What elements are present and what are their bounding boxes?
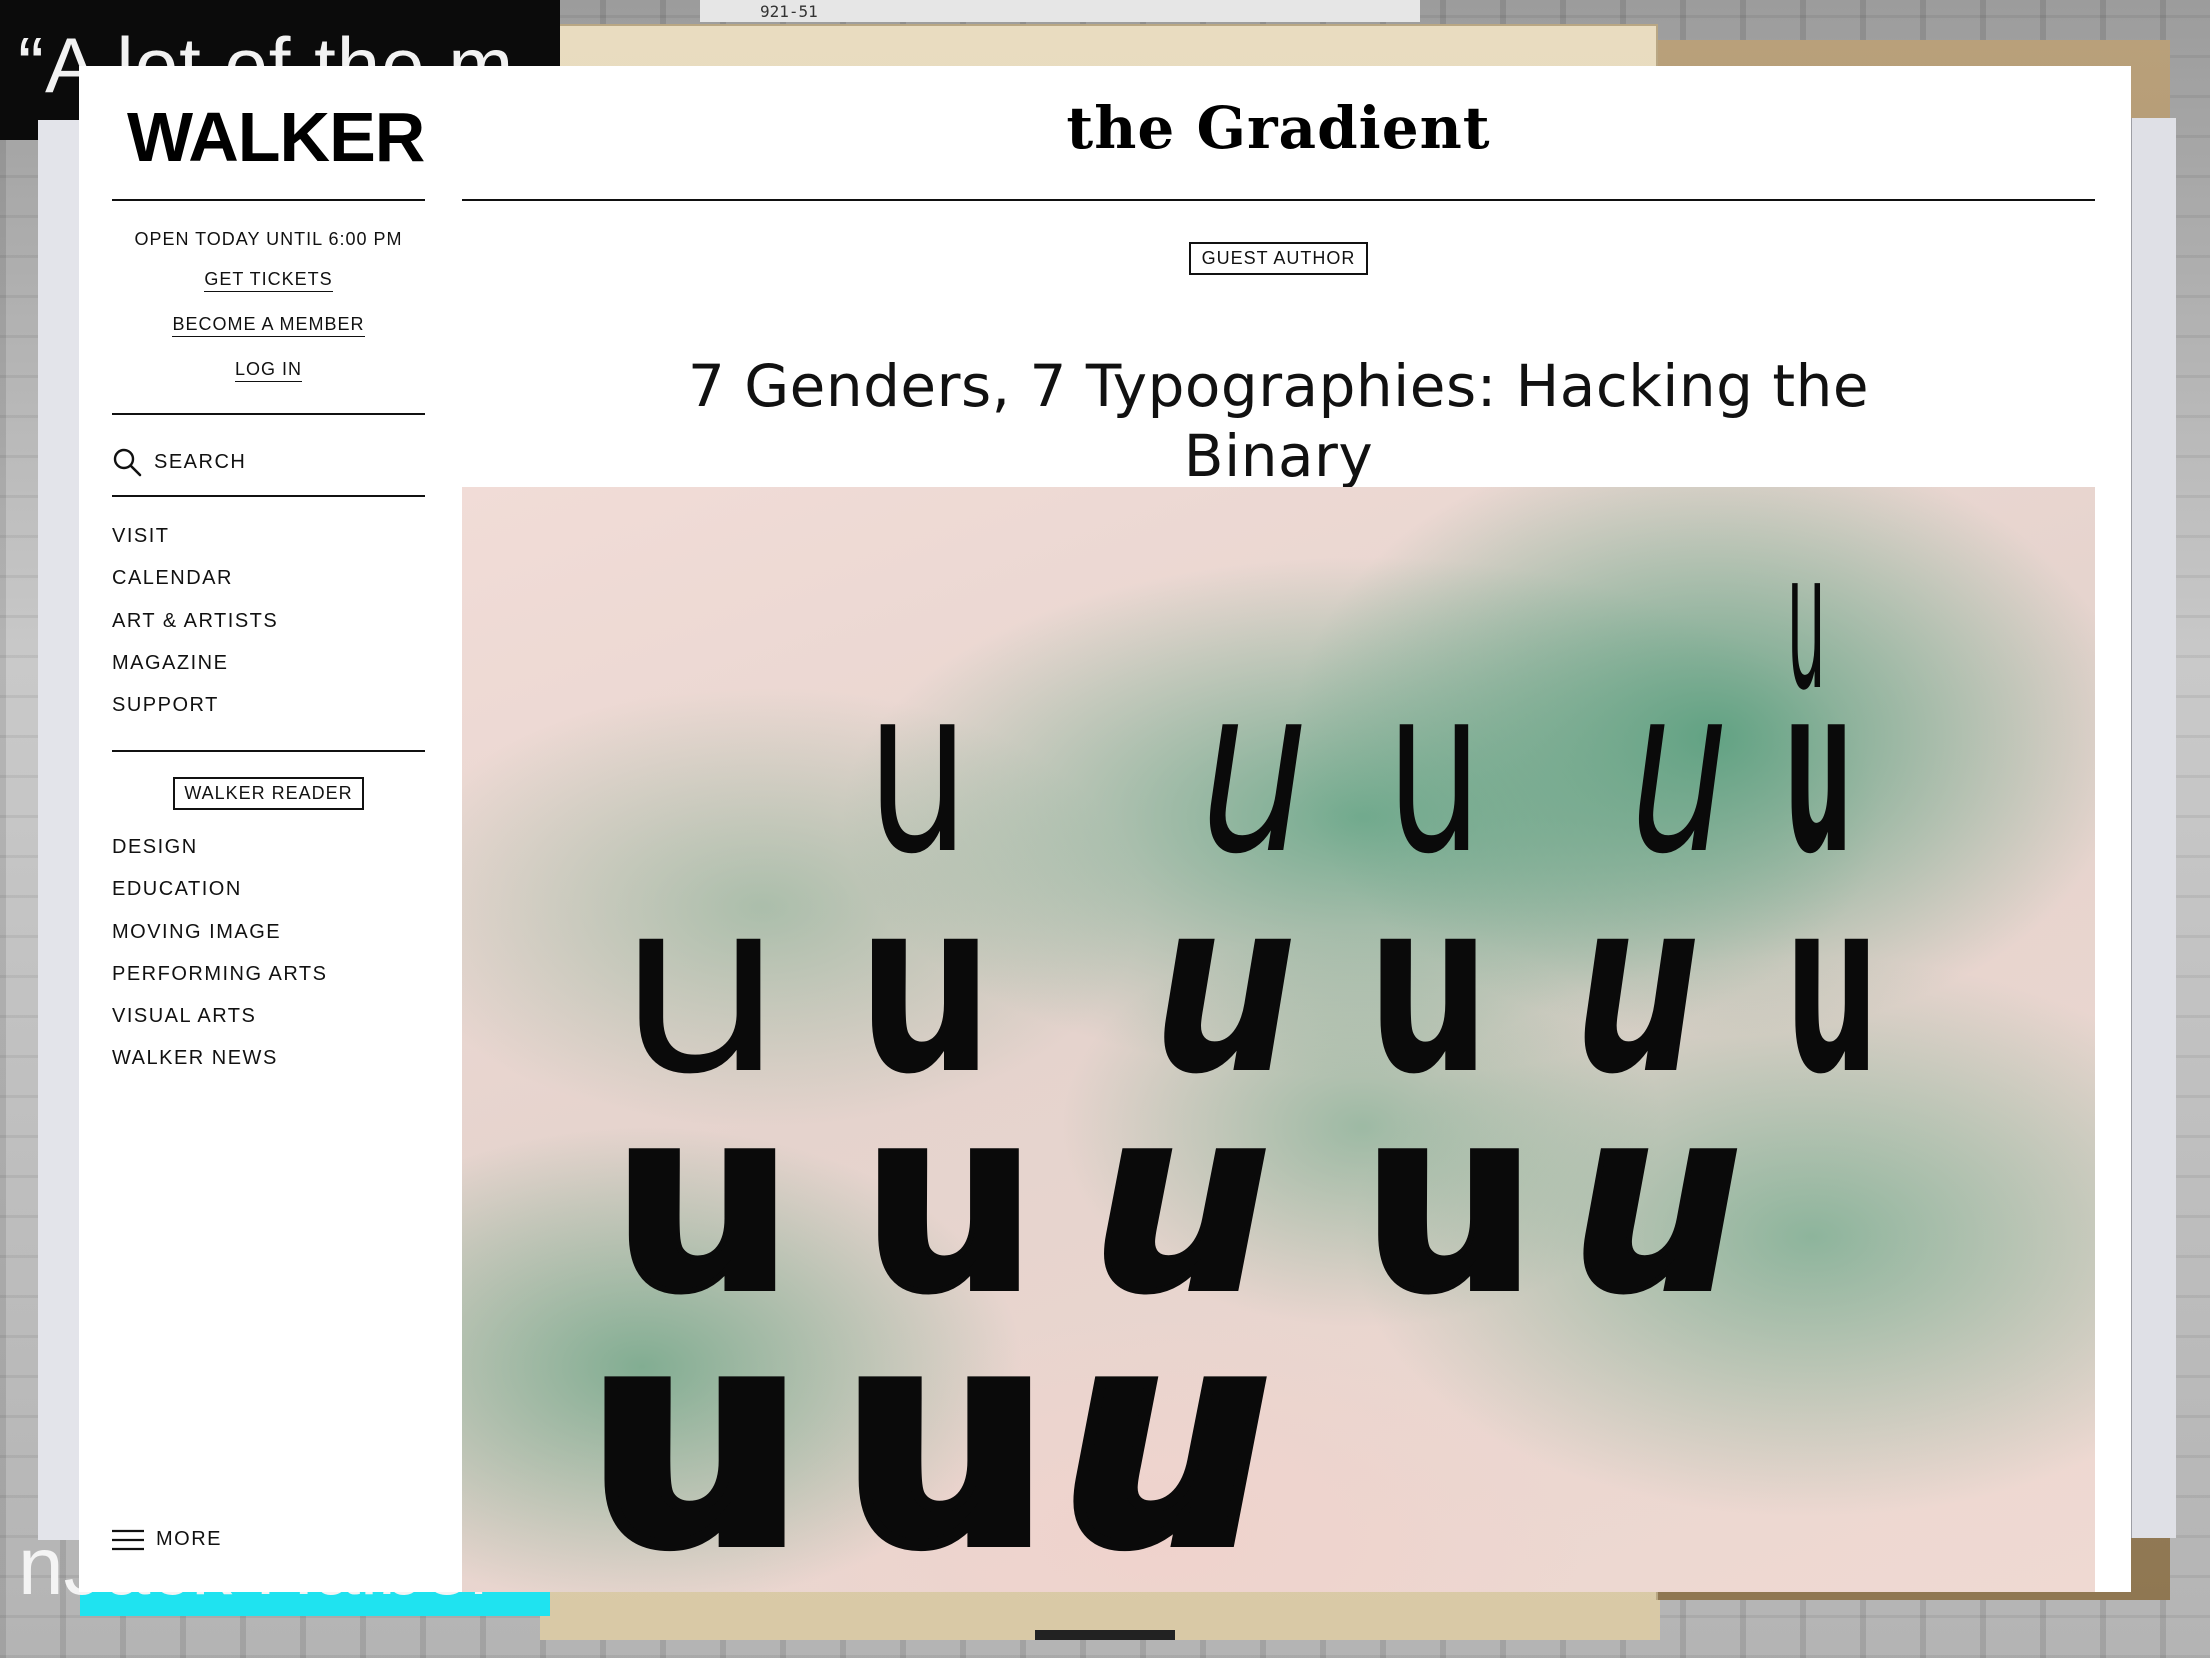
page-card: WALKER OPEN TODAY UNTIL 6:00 PM GET TICK… xyxy=(79,66,2131,1592)
hero-image: u u u u u u u u u u u u u u u u u u u u xyxy=(462,487,2095,1592)
more-label: MORE xyxy=(156,1528,222,1550)
become-member-label[interactable]: BECOME A MEMBER xyxy=(172,314,365,337)
main-content: the Gradient GUEST AUTHOR 7 Genders, 7 T… xyxy=(462,66,2095,1592)
nav-item-walker-news[interactable]: WALKER NEWS xyxy=(112,1037,425,1079)
nav-item-art-artists[interactable]: ART & ARTISTS xyxy=(112,600,425,642)
nav-item-moving-image[interactable]: MOVING IMAGE xyxy=(112,911,425,953)
header-divider xyxy=(462,199,2095,201)
guest-author-badge[interactable]: GUEST AUTHOR xyxy=(462,242,2095,275)
background-dark-bar xyxy=(1035,1630,1175,1640)
nav-item-visual-arts[interactable]: VISUAL ARTS xyxy=(112,995,425,1037)
search-icon xyxy=(113,448,142,477)
nav-item-visit[interactable]: VISIT xyxy=(112,515,425,557)
get-tickets-label[interactable]: GET TICKETS xyxy=(204,269,333,292)
nav-item-design[interactable]: DESIGN xyxy=(112,826,425,868)
hero-glyph: u xyxy=(1359,1056,1539,1347)
guest-author-label[interactable]: GUEST AUTHOR xyxy=(1188,242,1369,275)
more-menu-button[interactable]: MORE xyxy=(112,1528,222,1551)
hero-glyph: u xyxy=(836,1273,1054,1593)
main-nav: VISIT CALENDAR ART & ARTISTS MAGAZINE SU… xyxy=(112,515,425,726)
nav-item-support[interactable]: SUPPORT xyxy=(112,684,425,726)
hamburger-menu-icon xyxy=(112,1529,144,1550)
the-gradient-logo[interactable]: the Gradient xyxy=(462,94,2095,162)
article-title: 7 Genders, 7 Typographies: Hacking the B… xyxy=(687,351,1870,490)
nav-item-magazine[interactable]: MAGAZINE xyxy=(112,642,425,684)
walker-logo[interactable]: WALKER xyxy=(127,102,425,172)
divider xyxy=(112,750,425,752)
background-sheet-right xyxy=(2132,118,2176,1538)
walker-reader-label[interactable]: WALKER READER xyxy=(173,777,364,810)
hero-glyph: u xyxy=(581,1273,810,1593)
nav-item-calendar[interactable]: CALENDAR xyxy=(112,557,425,599)
become-member-link[interactable]: BECOME A MEMBER xyxy=(112,314,425,337)
search-label: SEARCH xyxy=(154,450,247,473)
divider xyxy=(112,495,425,497)
log-in-label[interactable]: LOG IN xyxy=(234,359,302,382)
walker-reader-badge[interactable]: WALKER READER xyxy=(112,777,425,810)
divider xyxy=(112,413,425,415)
background-number: 921-51 xyxy=(760,2,818,21)
hero-glyph: u xyxy=(1785,847,1879,1127)
hero-glyph: u xyxy=(1569,1056,1744,1347)
divider xyxy=(112,199,425,201)
search-button[interactable]: SEARCH xyxy=(112,442,425,482)
get-tickets-link[interactable]: GET TICKETS xyxy=(112,269,425,292)
log-in-link[interactable]: LOG IN xyxy=(112,359,425,382)
reader-nav: DESIGN EDUCATION MOVING IMAGE PERFORMING… xyxy=(112,826,425,1080)
background-strip: 921-51 xyxy=(700,0,1420,22)
nav-item-education[interactable]: EDUCATION xyxy=(112,868,425,910)
nav-item-performing-arts[interactable]: PERFORMING ARTS xyxy=(112,953,425,995)
hours-text: OPEN TODAY UNTIL 6:00 PM xyxy=(134,229,403,249)
hero-glyph: u xyxy=(1056,1273,1274,1593)
sidebar: WALKER OPEN TODAY UNTIL 6:00 PM GET TICK… xyxy=(112,66,425,1592)
